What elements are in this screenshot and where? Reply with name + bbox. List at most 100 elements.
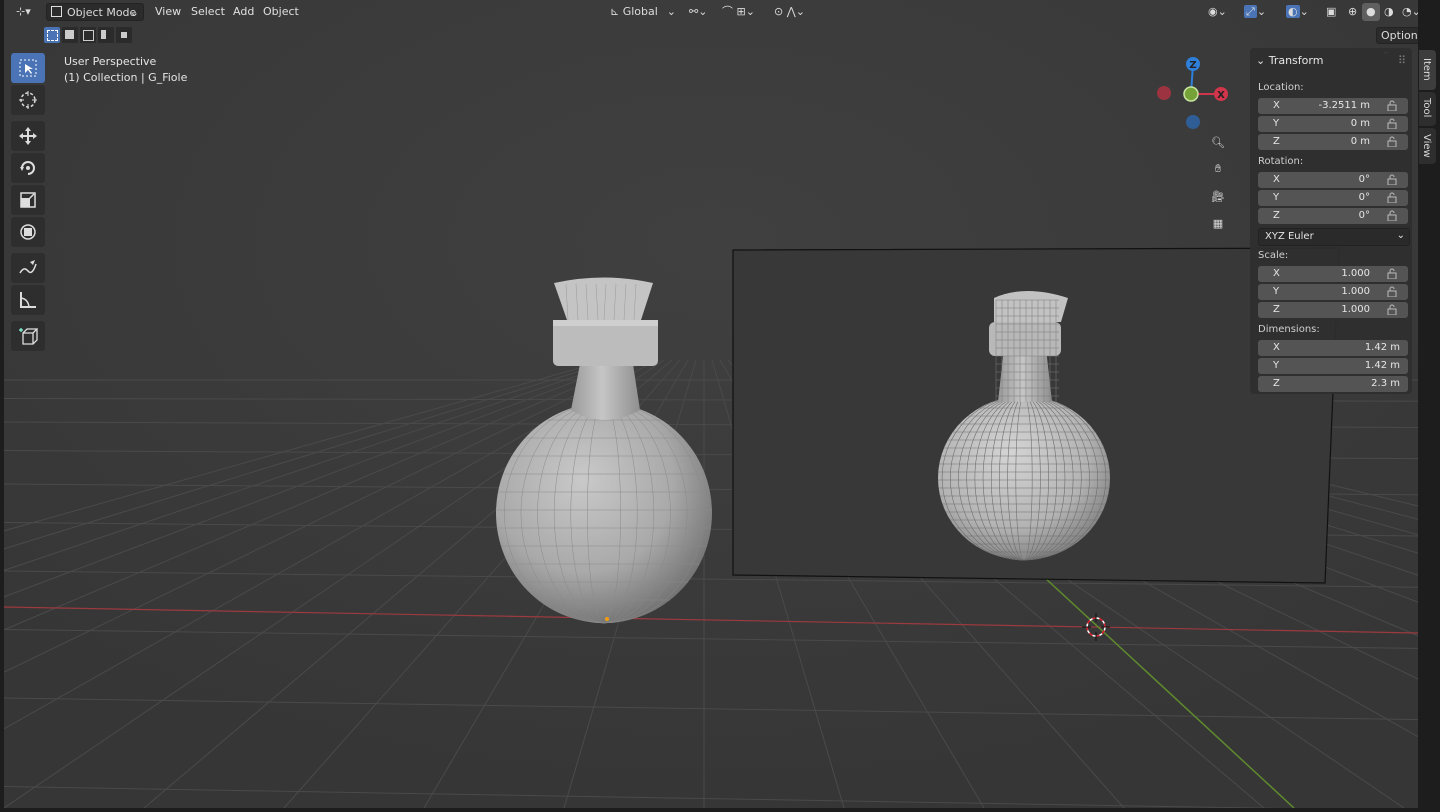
chevron-down-icon: ⌄ — [129, 6, 139, 19]
lock-icon[interactable] — [1387, 118, 1398, 130]
navigation-gizmo[interactable]: X Z — [1154, 52, 1234, 132]
options-dropdown[interactable]: Options ⌄ — [1376, 27, 1418, 57]
eye-icon: ◉⌄ — [1208, 5, 1227, 18]
select-intersect-icon[interactable] — [116, 27, 132, 43]
ortho-toggle-button[interactable]: ▦ — [1206, 211, 1230, 235]
snap-button[interactable]: ⌒ ⊞⌄ — [718, 3, 759, 21]
transform-tool[interactable] — [11, 217, 45, 247]
lock-icon[interactable] — [1387, 136, 1398, 148]
lock-icon[interactable] — [1387, 304, 1398, 316]
axis-label: Z — [1273, 136, 1280, 147]
lock-icon[interactable] — [1387, 100, 1398, 112]
mode-dropdown[interactable]: Object Mode ⌄ — [46, 3, 144, 21]
rotate-tool[interactable] — [11, 153, 45, 183]
hand-icon: ✋︎ — [1214, 162, 1222, 175]
3d-viewport[interactable]: ⊹▾ Object Mode ⌄ View Select Add Object ⊾… — [4, 0, 1418, 808]
lock-icon[interactable] — [1387, 192, 1398, 204]
overlays-icon: ◐ — [1286, 5, 1300, 18]
location-z-field[interactable]: Z 0 m — [1258, 134, 1408, 150]
axis-label: X — [1273, 174, 1280, 185]
menu-select[interactable]: Select — [191, 3, 225, 21]
rotation-y-field[interactable]: Y 0° — [1258, 190, 1408, 206]
tab-item[interactable]: Item — [1419, 50, 1436, 90]
cursor-tool[interactable] — [11, 85, 45, 115]
rotate-icon — [20, 161, 35, 175]
dimensions-x-field[interactable]: X 1.42 m — [1258, 340, 1408, 356]
field-value: 2.3 m — [1371, 378, 1400, 389]
measure-tool[interactable] — [11, 285, 45, 315]
move-tool[interactable] — [11, 121, 45, 151]
scale-icon — [20, 192, 36, 208]
rendered-shading-button[interactable]: ◔⌄ — [1398, 3, 1418, 21]
chevron-down-icon: ⌄ — [1396, 230, 1405, 241]
lock-icon[interactable] — [1387, 210, 1398, 222]
lock-icon[interactable] — [1387, 286, 1398, 298]
lock-icon[interactable] — [1387, 268, 1398, 280]
select-box-icon[interactable] — [44, 27, 60, 43]
z-label: Z — [1189, 60, 1196, 71]
axis-label: Z — [1273, 304, 1280, 315]
axis-label: X — [1273, 268, 1280, 279]
axis-label: X — [1273, 100, 1280, 111]
scale-y-field[interactable]: Y 1.000 — [1258, 284, 1408, 300]
drag-handle-icon[interactable]: ⠿ — [1398, 54, 1406, 67]
axis-label: Y — [1273, 118, 1280, 129]
axis-label: Z — [1273, 378, 1280, 389]
lock-icon[interactable] — [1387, 174, 1398, 186]
scale-x-field[interactable]: X 1.000 — [1258, 266, 1408, 282]
location-x-field[interactable]: X -3.2511 m — [1258, 98, 1408, 114]
pivot-point-button[interactable]: ⚯⌄ — [685, 3, 711, 21]
xray-button[interactable]: ▣ — [1322, 3, 1340, 21]
editor-type-icon: ⊹▾ — [16, 5, 31, 18]
camera-view-button[interactable]: 🎥︎ — [1206, 184, 1230, 208]
wireframe-shading-button[interactable]: ⊕ — [1344, 3, 1361, 21]
wireframe-icon: ⊕ — [1348, 5, 1358, 18]
transform-orientation-dropdown[interactable]: ⊾ Global ⌄ — [606, 3, 678, 21]
annotate-tool[interactable] — [11, 253, 45, 283]
dimensions-y-field[interactable]: Y 1.42 m — [1258, 358, 1408, 374]
transform-panel: ⌄ Transform ⠿ Location: X -3.2511 m Y0 m … — [1250, 48, 1412, 394]
location-y-field[interactable]: Y 0 m — [1258, 116, 1408, 132]
menu-object[interactable]: Object — [263, 3, 299, 21]
pan-button[interactable]: ✋︎ — [1206, 157, 1230, 181]
field-value: 1.42 m — [1364, 342, 1400, 353]
3d-cursor-icon — [19, 91, 37, 109]
neg-x-axis-handle — [1157, 86, 1171, 100]
scale-z-field[interactable]: Z 1.000 — [1258, 302, 1408, 318]
select-invert-icon[interactable] — [98, 27, 114, 43]
camera-icon: 🎥︎ — [1211, 189, 1225, 203]
scale-tool[interactable] — [11, 185, 45, 215]
rotation-x-field[interactable]: X 0° — [1258, 172, 1408, 188]
grid-icon: ▦ — [1212, 216, 1224, 230]
rotation-mode-label: XYZ Euler — [1265, 231, 1314, 242]
dimensions-z-field[interactable]: Z 2.3 m — [1258, 376, 1408, 392]
transform-panel-header[interactable]: ⌄ Transform — [1256, 54, 1323, 67]
zoom-button[interactable]: 🔍︎ — [1206, 130, 1230, 154]
proportional-editing-button[interactable]: ⊙ ⋀⌄ — [770, 3, 809, 21]
select-subtract-icon[interactable] — [80, 27, 96, 43]
select-extend-icon[interactable] — [62, 27, 78, 43]
editor-type-button[interactable]: ⊹▾ — [12, 3, 35, 21]
select-box-tool[interactable] — [11, 53, 45, 83]
move-arrows-icon — [19, 127, 37, 145]
solid-shading-button[interactable]: ● — [1362, 3, 1380, 21]
menu-view[interactable]: View — [155, 3, 181, 21]
visibility-button[interactable]: ◉⌄ — [1204, 3, 1231, 21]
tab-view-label: View — [1421, 134, 1432, 158]
rotation-mode-dropdown[interactable]: XYZ Euler ⌄ — [1258, 228, 1410, 246]
material-shading-button[interactable]: ◑ — [1380, 3, 1398, 21]
tab-view[interactable]: View — [1419, 128, 1436, 164]
proportional-icon: ⊙ ⋀⌄ — [774, 5, 805, 18]
zoom-icon: 🔍︎ — [1211, 135, 1225, 149]
orientation-label: Global — [622, 5, 658, 18]
tab-tool[interactable]: Tool — [1419, 92, 1436, 126]
menu-add[interactable]: Add — [233, 3, 254, 21]
material-icon: ◑ — [1384, 5, 1394, 18]
axis-label: X — [1273, 342, 1280, 353]
axis-label: Z — [1273, 210, 1280, 221]
gizmo-toggle-button[interactable]: ⤢ ⌄ — [1240, 3, 1270, 21]
overlays-button[interactable]: ◐ ⌄ — [1282, 3, 1313, 21]
add-cube-tool[interactable] — [11, 321, 45, 351]
tab-tool-label: Tool — [1421, 98, 1432, 118]
rotation-z-field[interactable]: Z 0° — [1258, 208, 1408, 224]
